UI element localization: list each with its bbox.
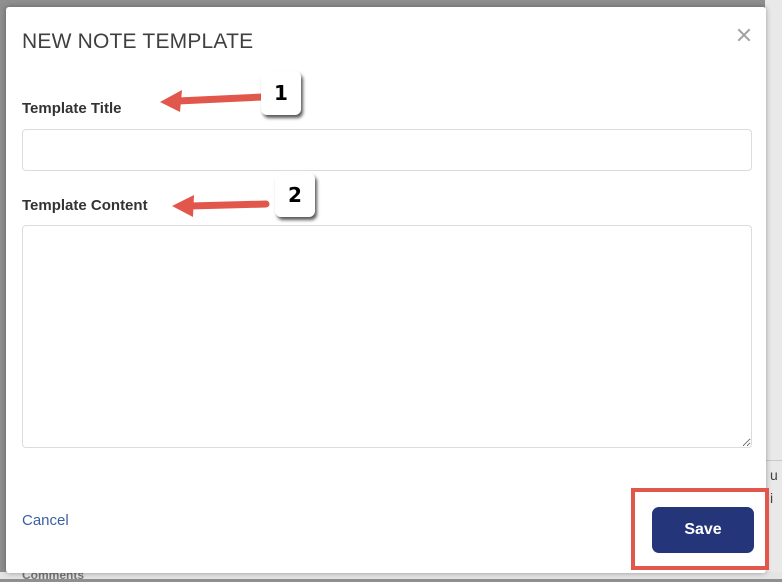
background-divider: [765, 460, 782, 461]
background-text-fragment: i: [770, 490, 774, 506]
close-icon[interactable]: [732, 23, 756, 47]
modal-title: NEW NOTE TEMPLATE: [22, 30, 254, 53]
template-content-textarea[interactable]: [22, 225, 752, 448]
template-title-label: Template Title: [22, 100, 122, 117]
background-bottom-bar: [0, 572, 782, 579]
background-page: [765, 0, 782, 579]
new-note-template-modal: NEW NOTE TEMPLATE Template Title Templat…: [6, 7, 766, 573]
save-button[interactable]: Save: [652, 507, 754, 553]
template-content-label: Template Content: [22, 197, 148, 214]
background-text-fragment: u: [770, 467, 778, 483]
cancel-link[interactable]: Cancel: [22, 512, 69, 529]
template-title-input[interactable]: [22, 129, 752, 171]
